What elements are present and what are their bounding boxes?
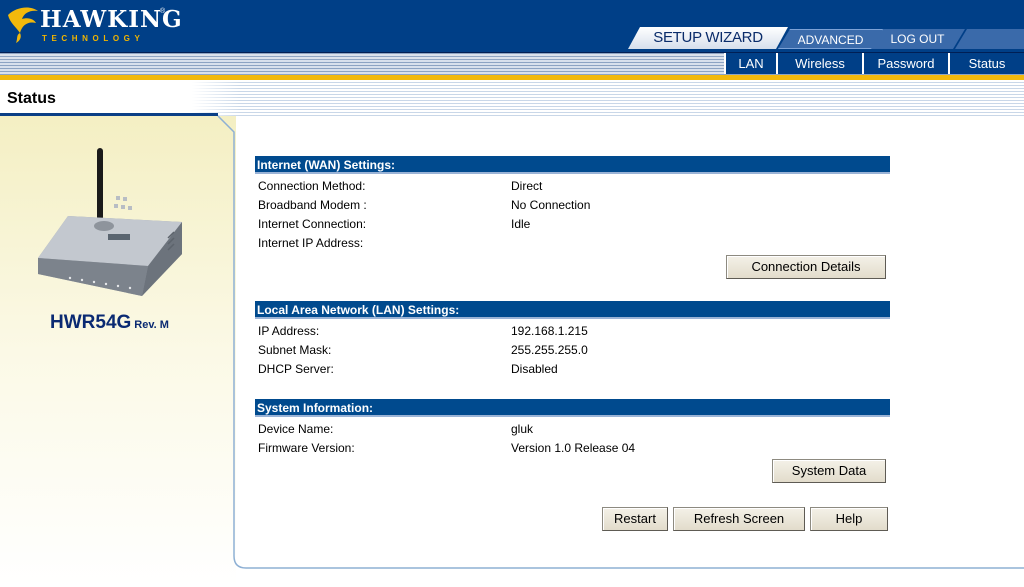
- system-data-button[interactable]: System Data: [772, 459, 886, 483]
- lan-row-value: 255.255.255.0: [511, 343, 588, 357]
- wan-row-value: No Connection: [511, 198, 591, 212]
- model-name: HWR54G Rev. M: [50, 312, 169, 334]
- system-row-value: gluk: [511, 422, 534, 436]
- wan-row-label: Internet IP Address:: [258, 236, 364, 250]
- product-panel: HWR54G Rev. M: [0, 116, 236, 587]
- wan-row-value: Direct: [511, 179, 543, 193]
- lan-row-label: DHCP Server:: [258, 362, 334, 376]
- subnav-wireless[interactable]: Wireless: [776, 53, 862, 74]
- subnav-lan[interactable]: LAN: [724, 53, 776, 74]
- help-button[interactable]: Help: [810, 507, 888, 531]
- brand-subtitle: TECHNOLOGY: [42, 34, 145, 43]
- system-section-heading: System Information:: [255, 399, 890, 417]
- registered-mark: ®: [160, 8, 166, 15]
- sub-nav-bar: LAN Wireless Password Status: [0, 52, 1024, 76]
- wan-row-label: Broadband Modem :: [258, 198, 367, 212]
- model-revision: Rev. M: [134, 319, 169, 331]
- lan-row-label: Subnet Mask:: [258, 343, 332, 357]
- system-row-label: Firmware Version:: [258, 441, 355, 455]
- lan-row-label: IP Address:: [258, 324, 320, 338]
- tab-strip-tail: [955, 29, 1024, 49]
- title-strip: Status: [0, 80, 1024, 116]
- header-bar: HAWKING ® TECHNOLOGY LOG OUT ADVANCED SE…: [0, 0, 1024, 52]
- system-row-label: Device Name:: [258, 422, 334, 436]
- hawking-logo: HAWKING ® TECHNOLOGY: [6, 5, 182, 47]
- lan-section-heading: Local Area Network (LAN) Settings:: [255, 301, 890, 319]
- tab-advanced[interactable]: ADVANCED: [778, 29, 883, 49]
- wan-section-heading: Internet (WAN) Settings:: [255, 156, 890, 174]
- router-image: [38, 148, 182, 296]
- hawk-icon: [8, 7, 38, 43]
- wan-row-label: Connection Method:: [258, 179, 366, 193]
- page-title: Status: [7, 90, 56, 107]
- lan-row-value: Disabled: [511, 362, 558, 376]
- sub-nav-tabs: LAN Wireless Password Status: [724, 53, 1024, 75]
- lan-row-value: 192.168.1.215: [511, 324, 588, 338]
- restart-button[interactable]: Restart: [602, 507, 668, 531]
- wan-row-label: Internet Connection:: [258, 217, 367, 231]
- tab-logout[interactable]: LOG OUT: [870, 29, 965, 49]
- subnav-status[interactable]: Status: [948, 53, 1024, 74]
- subnav-password[interactable]: Password: [862, 53, 948, 74]
- connection-details-button[interactable]: Connection Details: [726, 255, 886, 279]
- wan-row-value: Idle: [511, 217, 531, 231]
- model-number: HWR54G: [50, 312, 132, 333]
- refresh-screen-button[interactable]: Refresh Screen: [673, 507, 805, 531]
- tab-setup-wizard[interactable]: SETUP WIZARD: [628, 27, 788, 49]
- system-row-value: Version 1.0 Release 04: [511, 441, 636, 455]
